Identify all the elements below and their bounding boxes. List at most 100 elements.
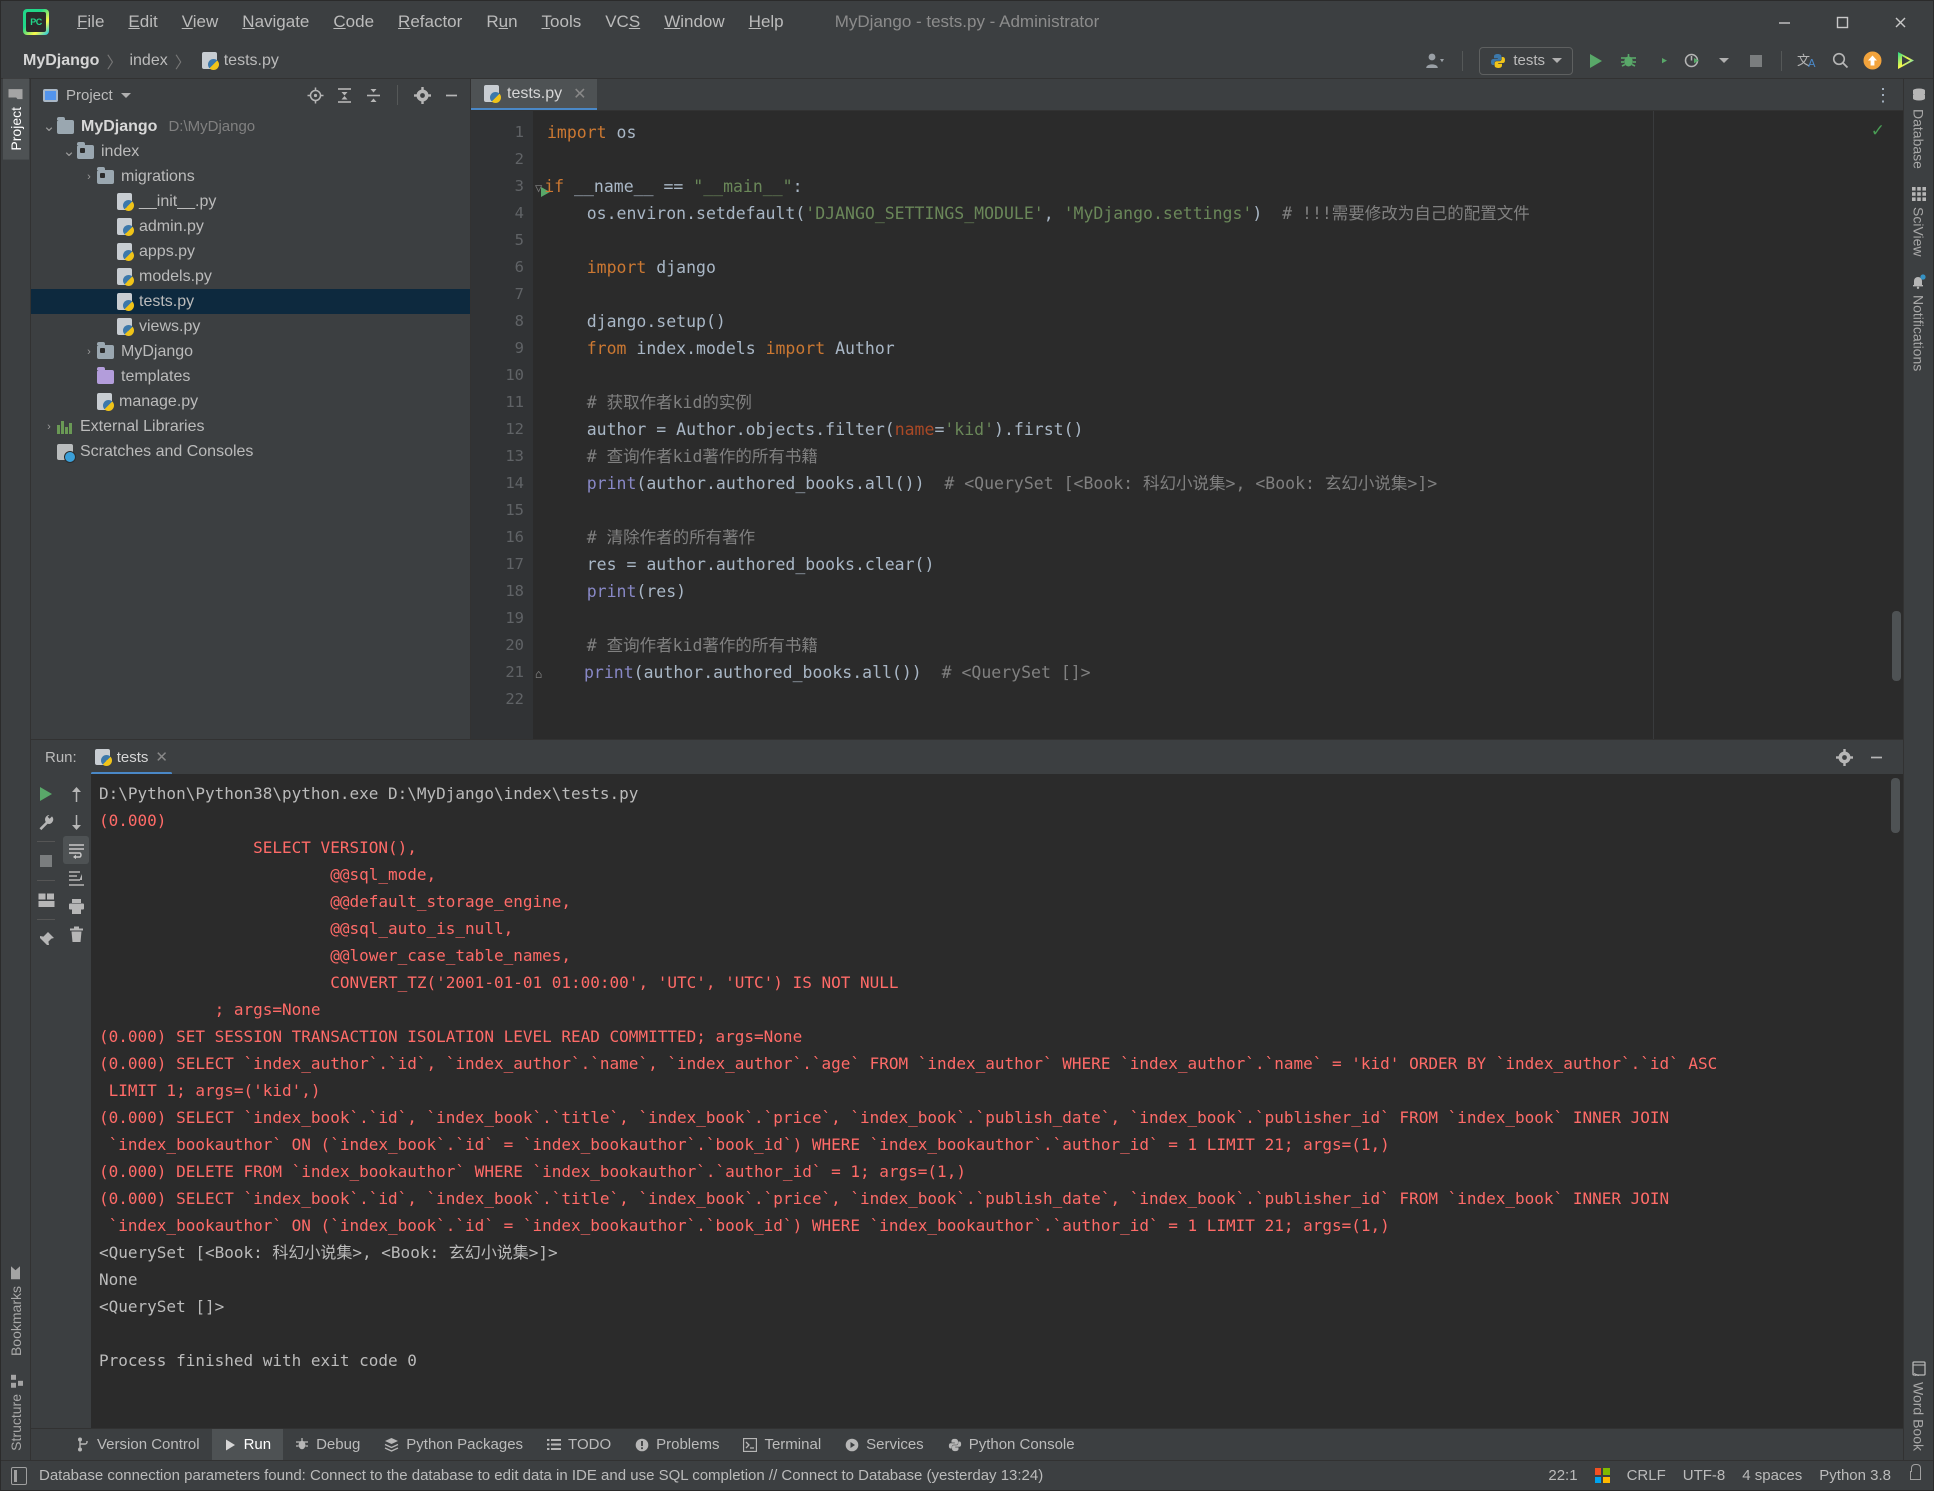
sidebar-item-project[interactable]: Project bbox=[2, 79, 29, 160]
code-fold-icon[interactable]: ▽ bbox=[535, 181, 542, 195]
tree-item-index[interactable]: ⌄ index bbox=[31, 139, 470, 164]
search-everywhere-icon[interactable] bbox=[1825, 46, 1855, 76]
hide-panel-icon[interactable] bbox=[1863, 744, 1889, 770]
tree-expand-arrow-icon[interactable]: › bbox=[41, 419, 57, 435]
stop-icon[interactable] bbox=[33, 847, 59, 875]
tree-item-scratches-and-consoles[interactable]: Scratches and Consoles bbox=[31, 439, 470, 464]
line-number[interactable]: 12 bbox=[471, 416, 533, 443]
stop-button[interactable] bbox=[1741, 46, 1771, 76]
tree-item--init-py[interactable]: __init__.py bbox=[31, 189, 470, 214]
console-scrollbar[interactable] bbox=[1891, 778, 1900, 833]
line-number[interactable]: 10 bbox=[471, 362, 533, 389]
tree-item-mydjango[interactable]: › MyDjango bbox=[31, 339, 470, 364]
breadcrumb-file[interactable]: tests.py bbox=[224, 52, 279, 70]
editor-viewport[interactable]: 1 2 3 4 5 6 7 8 9 10 11 12 13 14 15 16 17 18 19 20 21 22 impo… bbox=[471, 111, 1903, 739]
tree-expand-arrow-icon[interactable]: › bbox=[81, 169, 97, 185]
line-number[interactable]: 22 bbox=[471, 686, 533, 713]
menu-window[interactable]: Window bbox=[652, 7, 736, 37]
debug-icon[interactable] bbox=[1613, 46, 1643, 76]
line-number[interactable]: 18 bbox=[471, 578, 533, 605]
rerun-icon[interactable] bbox=[33, 780, 59, 808]
menu-file[interactable]: File bbox=[65, 7, 116, 37]
scroll-to-end-icon[interactable] bbox=[63, 864, 89, 892]
menu-refactor[interactable]: Refactor bbox=[386, 7, 474, 37]
project-tree[interactable]: ⌄ MyDjango D:\MyDjango ⌄ index › migrations __i… bbox=[31, 111, 470, 739]
sidebar-item-word-book[interactable]: A Word Book bbox=[1906, 1352, 1932, 1460]
tool-window-version-control[interactable]: Version Control bbox=[65, 1429, 212, 1460]
collapse-all-icon[interactable] bbox=[360, 82, 386, 108]
line-number[interactable]: 16 bbox=[471, 524, 533, 551]
pin-icon[interactable] bbox=[33, 925, 59, 953]
play-gradient-icon[interactable] bbox=[1890, 46, 1921, 76]
sidebar-item-structure[interactable]: Structure bbox=[3, 1365, 29, 1460]
tool-window-debug[interactable]: Debug bbox=[283, 1429, 372, 1460]
tree-item-models-py[interactable]: models.py bbox=[31, 264, 470, 289]
line-number[interactable]: 7 bbox=[471, 281, 533, 308]
line-number[interactable]: 3 bbox=[471, 173, 550, 200]
tree-item-manage-py[interactable]: manage.py bbox=[31, 389, 470, 414]
close-icon[interactable]: ✕ bbox=[573, 84, 586, 104]
chevron-down-icon[interactable] bbox=[120, 92, 131, 98]
profiler-icon[interactable] bbox=[1677, 46, 1707, 76]
tool-window-run[interactable]: Run bbox=[211, 1429, 284, 1460]
menu-view[interactable]: View bbox=[170, 7, 231, 37]
profile-icon[interactable] bbox=[1420, 46, 1452, 76]
line-number[interactable]: 11 bbox=[471, 389, 533, 416]
tree-item-templates[interactable]: templates bbox=[31, 364, 470, 389]
indent-setting[interactable]: 4 spaces bbox=[1742, 1467, 1802, 1484]
tree-expand-arrow-icon[interactable]: ⌄ bbox=[41, 119, 57, 135]
chevron-down-icon[interactable] bbox=[1552, 58, 1562, 63]
tree-item-views-py[interactable]: views.py bbox=[31, 314, 470, 339]
tree-item-tests-py[interactable]: tests.py bbox=[31, 289, 470, 314]
line-number[interactable]: 5 bbox=[471, 227, 533, 254]
code-content[interactable]: import os ▽ if __name__ == "__main__": os.… bbox=[533, 111, 1903, 739]
breadcrumb-index[interactable]: index bbox=[129, 52, 167, 70]
event-log-icon[interactable] bbox=[11, 1466, 27, 1485]
line-number[interactable]: 21 bbox=[471, 659, 533, 686]
layout-icon[interactable] bbox=[33, 886, 59, 914]
close-icon[interactable]: ✕ bbox=[155, 748, 168, 766]
line-number[interactable]: 17 bbox=[471, 551, 533, 578]
up-arrow-icon[interactable] bbox=[63, 780, 89, 808]
line-number[interactable]: 4 bbox=[471, 200, 533, 227]
line-number[interactable]: 1 bbox=[471, 119, 533, 146]
breadcrumb-project[interactable]: MyDjango bbox=[23, 52, 99, 70]
editor-overflow-icon[interactable]: ⋮ bbox=[1874, 86, 1893, 104]
menu-edit[interactable]: Edit bbox=[116, 7, 169, 37]
tree-item-external-libraries[interactable]: › External Libraries bbox=[31, 414, 470, 439]
tool-window-python-console[interactable]: Python Console bbox=[936, 1429, 1087, 1460]
menu-navigate[interactable]: Navigate bbox=[230, 7, 321, 37]
tree-expand-arrow-icon[interactable]: › bbox=[81, 344, 97, 360]
update-icon[interactable] bbox=[1857, 46, 1888, 76]
settings-gear-icon[interactable] bbox=[1831, 744, 1857, 770]
close-button[interactable] bbox=[1871, 1, 1929, 43]
inspection-ok-icon[interactable]: ✓ bbox=[1871, 121, 1885, 141]
tool-window-terminal[interactable]: Terminal bbox=[731, 1429, 833, 1460]
tree-item-migrations[interactable]: › migrations bbox=[31, 164, 470, 189]
wrench-icon[interactable] bbox=[33, 808, 59, 836]
tool-window-problems[interactable]: Problems bbox=[623, 1429, 731, 1460]
menu-code[interactable]: Code bbox=[321, 7, 386, 37]
line-number[interactable]: 20 bbox=[471, 632, 533, 659]
chevron-down-icon-2[interactable] bbox=[1709, 46, 1739, 76]
code-fold-end-icon[interactable]: ⌂ bbox=[535, 667, 542, 681]
run-button[interactable] bbox=[1581, 46, 1611, 76]
tool-window-todo[interactable]: TODO bbox=[535, 1429, 623, 1460]
editor-scrollbar[interactable] bbox=[1892, 611, 1901, 681]
line-number[interactable]: 15 bbox=[471, 497, 533, 524]
tree-item-mydjango[interactable]: ⌄ MyDjango D:\MyDjango bbox=[31, 114, 470, 139]
line-number[interactable]: 9 bbox=[471, 335, 533, 362]
down-arrow-icon[interactable] bbox=[63, 808, 89, 836]
sidebar-item-sciview[interactable]: SciView bbox=[1906, 178, 1932, 266]
sidebar-item-bookmarks[interactable]: Bookmarks bbox=[3, 1256, 29, 1365]
tool-window-services[interactable]: Services bbox=[833, 1429, 936, 1460]
tree-expand-arrow-icon[interactable]: ⌄ bbox=[61, 144, 77, 160]
menu-help[interactable]: Help bbox=[737, 7, 796, 37]
hide-panel-icon[interactable] bbox=[438, 82, 464, 108]
line-number[interactable]: 2 bbox=[471, 146, 533, 173]
lock-icon[interactable] bbox=[1910, 1464, 1921, 1480]
line-number[interactable]: 14 bbox=[471, 470, 533, 497]
tree-item-apps-py[interactable]: apps.py bbox=[31, 239, 470, 264]
line-number[interactable]: 19 bbox=[471, 605, 533, 632]
run-tab-tests[interactable]: tests ✕ bbox=[87, 745, 176, 775]
